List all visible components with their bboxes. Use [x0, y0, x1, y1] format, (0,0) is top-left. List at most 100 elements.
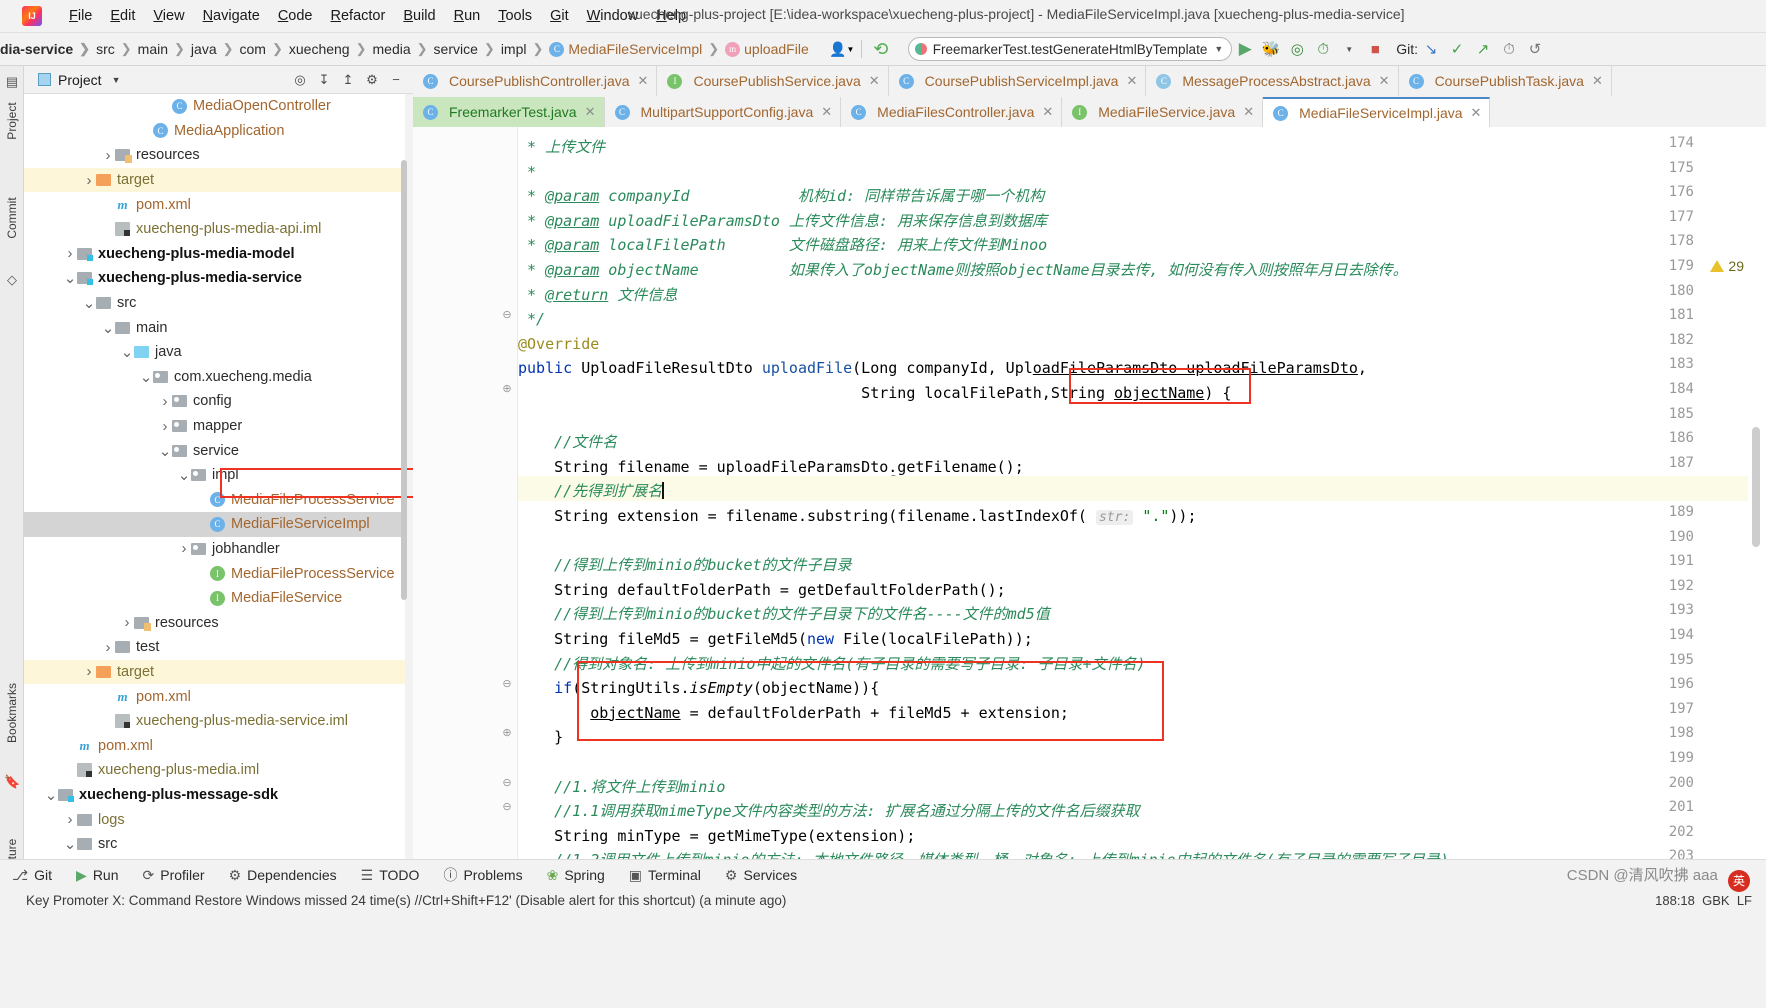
- run-configuration-selector[interactable]: FreemarkerTest.testGenerateHtmlByTemplat…: [907, 37, 1233, 61]
- tree-item[interactable]: › jobhandler: [24, 537, 405, 562]
- tree-item[interactable]: I MediaFileService: [24, 586, 405, 611]
- tree-item[interactable]: ⌄ src: [24, 291, 405, 316]
- fold-marker-icon[interactable]: ⊕: [501, 726, 513, 739]
- close-icon[interactable]: ✕: [1243, 104, 1254, 120]
- editor-tab[interactable]: C CoursePublishController.java ✕: [413, 66, 658, 96]
- code-editor[interactable]: 174 175 176 177 178 179 180 181 182 183 184 185 186 1…: [413, 127, 1766, 864]
- close-icon[interactable]: ✕: [585, 104, 596, 120]
- bottom-tool-todo[interactable]: ☰ TODO: [349, 867, 432, 884]
- expand-icon[interactable]: ↥: [337, 70, 359, 90]
- breadcrumb-main[interactable]: main ❯: [138, 41, 191, 57]
- git-push-icon[interactable]: ↗: [1470, 36, 1496, 62]
- chevron-down-icon[interactable]: ⌄: [158, 442, 172, 460]
- tree-item[interactable]: C MediaFileServiceImpl: [24, 512, 405, 537]
- breadcrumb-service[interactable]: service ❯: [434, 41, 501, 57]
- chevron-right-icon[interactable]: ›: [158, 418, 172, 435]
- menu-tools[interactable]: Tools: [489, 5, 541, 27]
- tree-item[interactable]: m pom.xml: [24, 733, 405, 758]
- chevron-right-icon[interactable]: ›: [63, 811, 77, 828]
- editor-tab[interactable]: C MediaFileServiceImpl.java ✕: [1263, 97, 1491, 127]
- editor-tab[interactable]: C MediaFilesController.java ✕: [841, 97, 1063, 127]
- tree-item[interactable]: xuecheng-plus-media.iml: [24, 758, 405, 783]
- fold-marker-icon[interactable]: ⊖: [501, 800, 513, 813]
- code-content[interactable]: * 上传文件 * * @param companyId 机构id: 同样带告诉属…: [518, 127, 1748, 859]
- build-hammer-icon[interactable]: ⟲: [868, 36, 894, 62]
- tree-item[interactable]: › resources: [24, 610, 405, 635]
- bottom-tool-terminal[interactable]: ▣ Terminal: [617, 867, 713, 884]
- chevron-down-icon[interactable]: ▼: [112, 75, 121, 85]
- tree-item[interactable]: ⌄ impl: [24, 463, 405, 488]
- close-icon[interactable]: ✕: [1042, 104, 1053, 120]
- menu-run[interactable]: Run: [445, 5, 490, 27]
- editor-tab[interactable]: I CoursePublishService.java ✕: [657, 66, 889, 96]
- fold-marker-icon[interactable]: ⊖: [501, 776, 513, 789]
- bottom-tool-run[interactable]: ▶ Run: [64, 867, 130, 884]
- bottom-tool-spring[interactable]: ❀ Spring: [535, 867, 617, 884]
- tree-item[interactable]: › test: [24, 635, 405, 660]
- stripe-item-project[interactable]: Project: [5, 91, 19, 151]
- menu-file[interactable]: File: [60, 5, 101, 27]
- bottom-tool-profiler[interactable]: ⟳ Profiler: [131, 867, 217, 884]
- close-icon[interactable]: ✕: [1592, 73, 1603, 89]
- menu-git[interactable]: Git: [541, 5, 578, 27]
- menu-refactor[interactable]: Refactor: [322, 5, 395, 27]
- chevron-down-icon[interactable]: ⌄: [82, 294, 96, 312]
- status-caret-info[interactable]: 188:18 GBK LF: [1655, 893, 1752, 908]
- target-icon[interactable]: ◎: [289, 70, 311, 90]
- git-rollback-icon[interactable]: ↺: [1522, 36, 1548, 62]
- git-commit-icon[interactable]: ✓: [1444, 36, 1470, 62]
- stop-icon[interactable]: ■: [1362, 36, 1388, 62]
- breadcrumb-module[interactable]: dia-service ❯: [0, 41, 96, 57]
- chevron-down-icon[interactable]: ⌄: [139, 368, 153, 386]
- bottom-tool-git[interactable]: ⎇ Git: [0, 867, 64, 884]
- chevron-right-icon[interactable]: ›: [101, 639, 115, 656]
- menu-view[interactable]: View: [144, 5, 193, 27]
- bottom-tool-bar[interactable]: ⎇ Git ▶ Run ⟳ Profiler ⚙ Dependencies ☰ TODO ⓘ Prob…: [0, 859, 1766, 890]
- breadcrumb-xuecheng[interactable]: xuecheng ❯: [289, 41, 373, 57]
- tree-item[interactable]: m pom.xml: [24, 192, 405, 217]
- stripe-item-commit[interactable]: Commit: [5, 188, 19, 248]
- breadcrumb-media[interactable]: media ❯: [373, 41, 434, 57]
- tree-item[interactable]: › config: [24, 389, 405, 414]
- menu-edit[interactable]: Edit: [101, 5, 144, 27]
- editor-tab[interactable]: C CoursePublishServiceImpl.java ✕: [888, 66, 1147, 96]
- editor-tab[interactable]: I MediaFileService.java ✕: [1062, 97, 1264, 127]
- breadcrumb-com[interactable]: com ❯: [240, 41, 289, 57]
- tree-item[interactable]: ⌄ java: [24, 340, 405, 365]
- chevron-right-icon[interactable]: ›: [82, 663, 96, 680]
- profiler-icon[interactable]: ⏱: [1310, 36, 1336, 62]
- chevron-right-icon[interactable]: ›: [120, 614, 134, 631]
- bottom-tool-dependencies[interactable]: ⚙ Dependencies: [217, 867, 349, 884]
- git-update-icon[interactable]: ↘: [1418, 36, 1444, 62]
- editor-tab[interactable]: C MessageProcessAbstract.java ✕: [1146, 66, 1399, 96]
- editor-tab[interactable]: C CoursePublishTask.java ✕: [1398, 66, 1612, 96]
- breadcrumb-src[interactable]: src ❯: [96, 41, 138, 57]
- tree-item[interactable]: ⌄ service: [24, 438, 405, 463]
- chevron-right-icon[interactable]: ›: [63, 245, 77, 262]
- tree-item[interactable]: ⌄ xuecheng-plus-media-service: [24, 266, 405, 291]
- chevron-down-icon[interactable]: ▼: [1336, 36, 1362, 62]
- tree-item[interactable]: › target: [24, 659, 405, 685]
- tree-item[interactable]: › resources: [24, 143, 405, 168]
- breadcrumb-java[interactable]: java ❯: [191, 41, 240, 57]
- fold-marker-icon[interactable]: ⊖: [501, 308, 513, 321]
- run-icon[interactable]: ▶: [1232, 36, 1258, 62]
- tree-item[interactable]: › xuecheng-plus-media-model: [24, 242, 405, 267]
- editor-gutter[interactable]: [413, 127, 518, 859]
- tree-item[interactable]: ⌄ main: [24, 315, 405, 340]
- close-icon[interactable]: ✕: [869, 73, 880, 89]
- tree-item[interactable]: C MediaOpenController: [24, 94, 405, 119]
- chevron-right-icon[interactable]: ›: [177, 540, 191, 557]
- chevron-down-icon[interactable]: ⌄: [120, 343, 134, 361]
- menu-code[interactable]: Code: [269, 5, 322, 27]
- bottom-tool-services[interactable]: ⚙ Services: [713, 867, 809, 884]
- chevron-down-icon[interactable]: ⌄: [63, 269, 77, 287]
- tree-item[interactable]: I MediaFileProcessService: [24, 561, 405, 586]
- tree-item[interactable]: › logs: [24, 807, 405, 832]
- project-tree[interactable]: C MediaOpenController C MediaApplication › re…: [24, 94, 405, 859]
- menu-build[interactable]: Build: [394, 5, 444, 27]
- profile-dropdown-icon[interactable]: 👤 ▼: [829, 36, 855, 62]
- git-history-icon[interactable]: ⏱: [1496, 36, 1522, 62]
- tree-item[interactable]: ⌄ src: [24, 832, 405, 857]
- hide-panel-icon[interactable]: −: [385, 70, 407, 90]
